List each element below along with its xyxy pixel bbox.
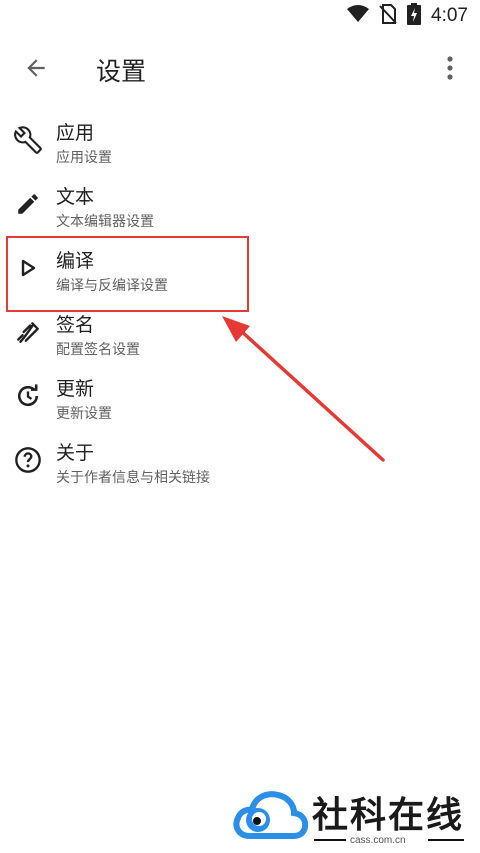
signature-icon [12,316,44,348]
settings-item-title: 签名 [56,314,95,336]
more-options-button[interactable] [432,50,468,90]
wifi-icon [347,5,370,27]
more-vert-icon [446,55,454,85]
settings-item-title: 文本 [56,186,95,208]
settings-item-app[interactable]: 应用 应用设置 [0,112,480,176]
settings-item-subtitle: 文本编辑器设置 [56,214,154,230]
update-icon [12,380,44,412]
app-bar: 设置 [0,38,480,102]
watermark-divider [314,839,346,841]
settings-item-signature[interactable]: 签名 配置签名设置 [0,304,480,368]
settings-item-update[interactable]: 更新 更新设置 [0,368,480,432]
battery-charging-icon [407,3,422,29]
cloud-logo-icon [233,791,308,839]
watermark-divider [428,839,464,841]
settings-item-subtitle: 更新设置 [56,406,112,422]
arrow-back-icon [23,55,49,85]
settings-item-title: 应用 [56,122,95,144]
status-time: 4:07 [431,5,468,26]
settings-item-subtitle: 应用设置 [56,150,112,166]
watermark-text: 社科在线 [312,795,465,836]
page-title: 设置 [96,57,147,86]
status-bar: 4:07 [0,0,480,32]
help-circle-icon [12,444,44,476]
pencil-icon [12,188,44,220]
no-sim-icon [379,4,397,28]
watermark-domain: cass.com.cn [350,835,406,846]
watermark-logo: 社科在线 cass.com.cn [232,784,472,848]
settings-item-about[interactable]: 关于 关于作者信息与相关链接 [0,432,480,496]
settings-item-text[interactable]: 文本 文本编辑器设置 [0,176,480,240]
settings-item-subtitle: 配置签名设置 [56,342,140,358]
settings-item-title: 关于 [56,442,95,464]
wrench-icon [12,124,44,156]
settings-item-title: 更新 [56,378,95,400]
back-button[interactable] [16,50,56,90]
settings-item-subtitle: 关于作者信息与相关链接 [56,470,210,486]
annotation-highlight-box [6,236,249,312]
